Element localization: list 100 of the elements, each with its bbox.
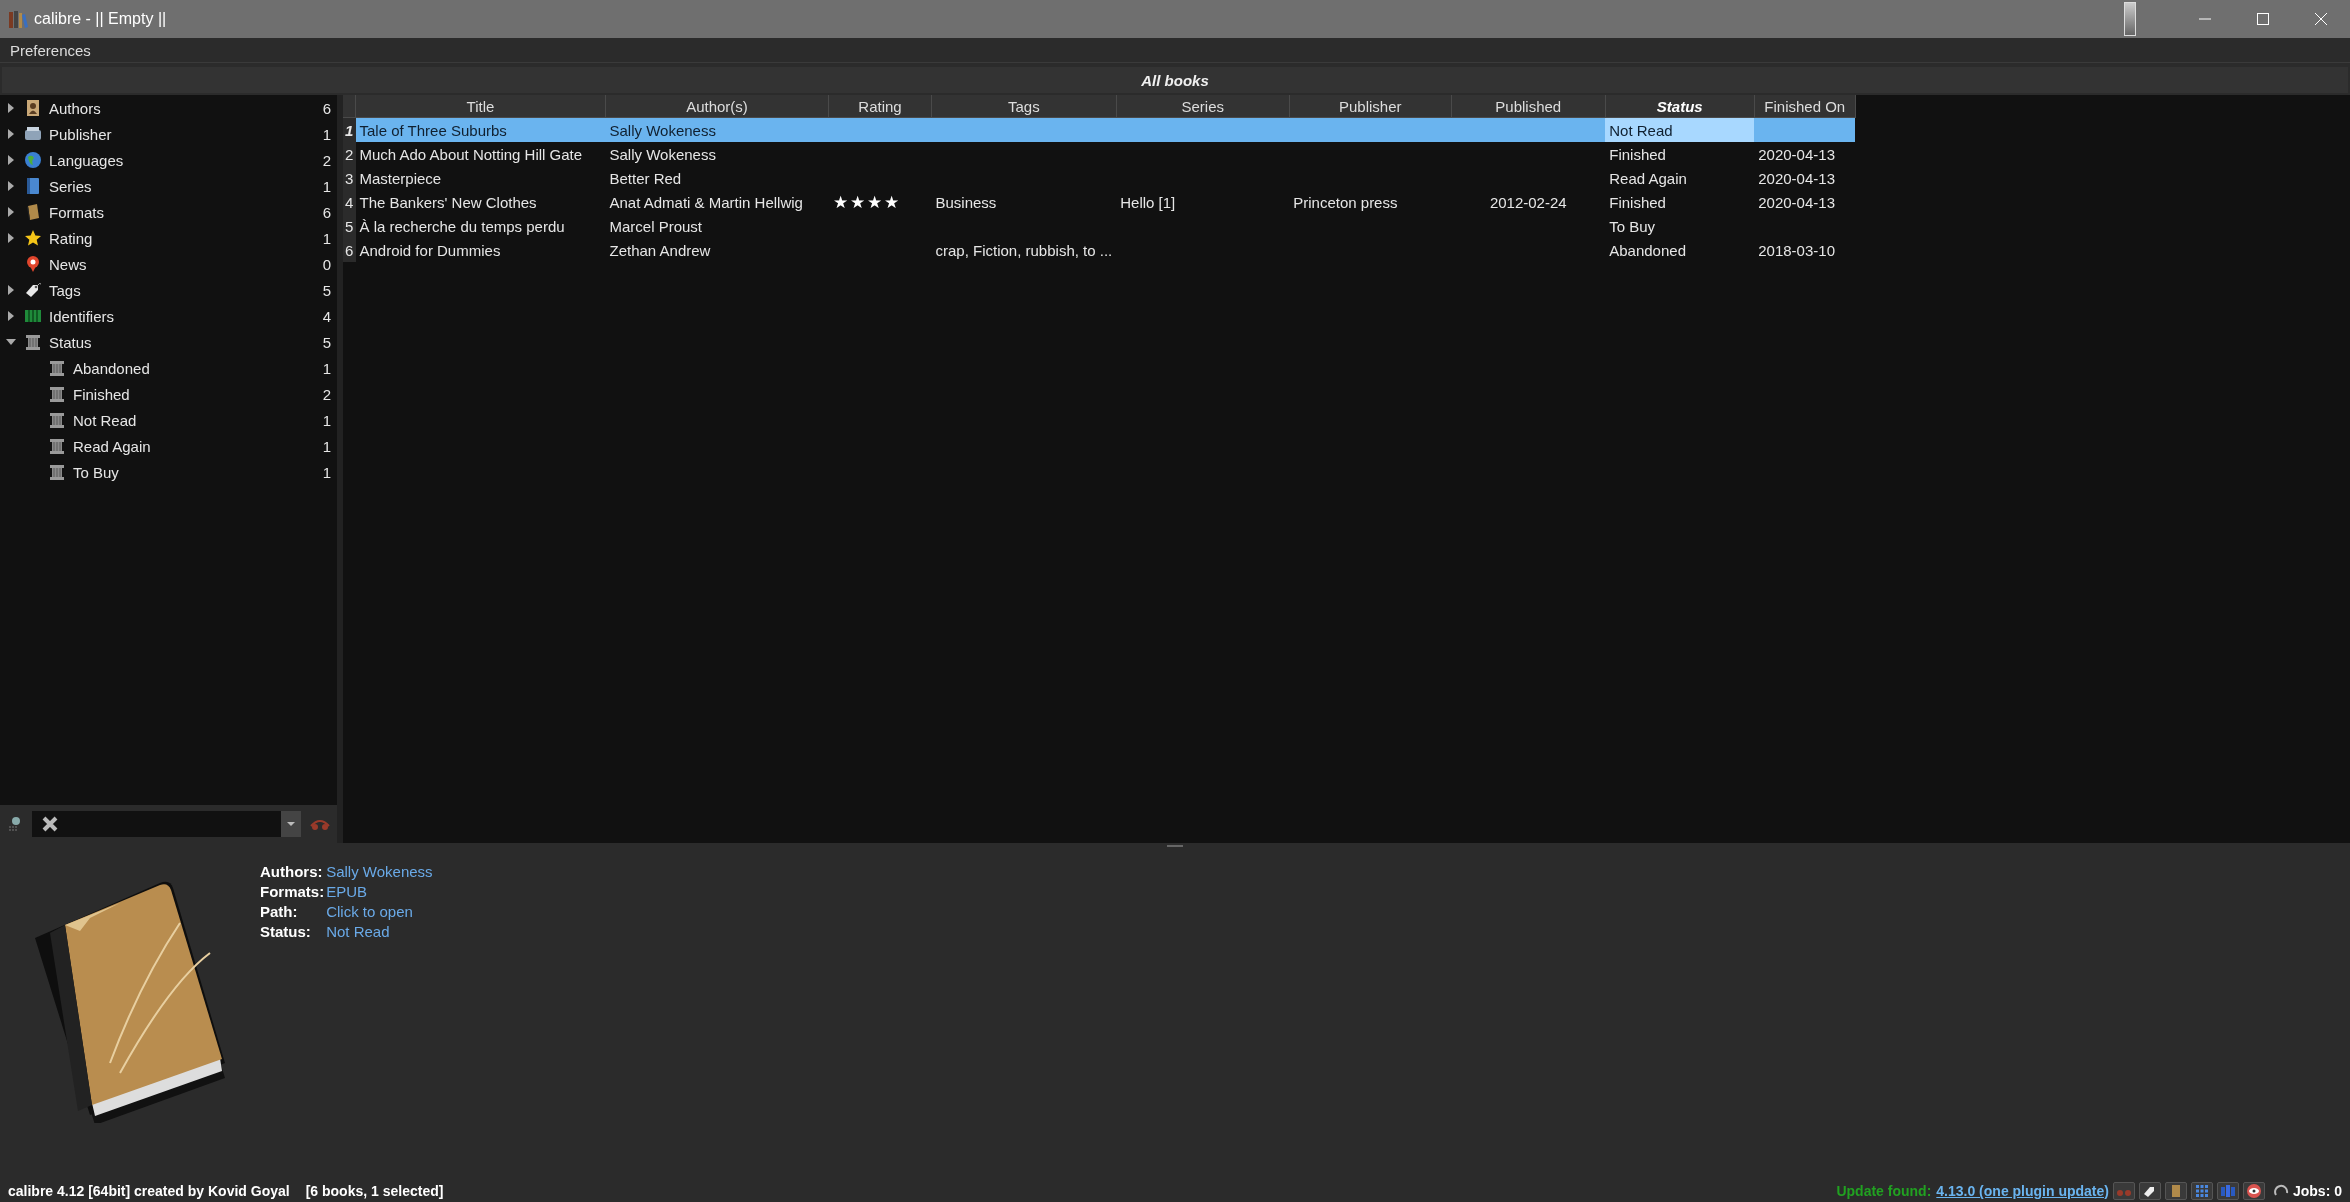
table-cell: crap, Fiction, rubbish, to ... bbox=[935, 241, 1113, 259]
table-cell: Finished bbox=[1609, 145, 1666, 163]
category-label: Abandoned bbox=[73, 359, 151, 377]
sidebar-item[interactable]: Rating 1 bbox=[0, 225, 337, 251]
tag-button[interactable] bbox=[2139, 1182, 2161, 1200]
close-icon bbox=[2314, 12, 2328, 26]
table-cell: To Buy bbox=[1609, 217, 1656, 235]
update-link[interactable]: 4.13.0 (one plugin update) bbox=[1936, 1183, 2109, 1199]
item-count: 6 bbox=[322, 203, 331, 221]
sidebar-item[interactable]: Read Again 1 bbox=[0, 433, 337, 459]
table-cell: Masterpiece bbox=[359, 169, 442, 187]
rating-stars: ★★★★ bbox=[832, 192, 901, 212]
category-label: Read Again bbox=[73, 437, 152, 455]
sidebar-item[interactable]: Abandoned 1 bbox=[0, 355, 337, 381]
pillar-icon bbox=[48, 385, 66, 403]
item-count: 5 bbox=[322, 333, 331, 351]
table-cell: 2018-03-10 bbox=[1758, 241, 1835, 259]
table-cell: Finished bbox=[1609, 193, 1666, 211]
table-cell: 2020-04-13 bbox=[1758, 193, 1835, 211]
maximize-icon bbox=[2256, 12, 2270, 26]
sidebar-item[interactable]: Status 5 bbox=[0, 329, 337, 355]
table-cell: Zethan Andrew bbox=[609, 241, 711, 259]
sidebar-item[interactable]: Languages 2 bbox=[0, 147, 337, 173]
field-value-link[interactable]: Click to open bbox=[326, 903, 433, 920]
collapsed-arrow-icon[interactable] bbox=[6, 233, 16, 243]
menu-item[interactable]: Preferences bbox=[0, 41, 101, 59]
window-title: calibre - || Empty || bbox=[34, 10, 168, 28]
row-number: 5 bbox=[343, 214, 356, 238]
category-label: Formats bbox=[49, 203, 105, 221]
sidebar-item[interactable]: Formats 6 bbox=[0, 199, 337, 225]
eye-button[interactable] bbox=[2243, 1182, 2265, 1200]
version-text: calibre 4.12 [64bit] created by Kovid Goyal bbox=[8, 1183, 290, 1199]
column-header[interactable]: Status bbox=[1605, 95, 1755, 118]
collapsed-arrow-icon[interactable] bbox=[6, 129, 16, 139]
sidebar-item[interactable]: Tags 5 bbox=[0, 277, 337, 303]
field-value-link[interactable]: EPUB bbox=[326, 883, 433, 900]
column-header[interactable]: Author(s) bbox=[605, 95, 829, 118]
field-value-link[interactable]: Sally Wokeness bbox=[326, 863, 433, 880]
authors-icon bbox=[24, 99, 42, 117]
sidebar-item[interactable]: Finished 2 bbox=[0, 381, 337, 407]
sidebar-item[interactable]: Authors 6 bbox=[0, 95, 337, 121]
collapse-handle[interactable] bbox=[2124, 2, 2136, 36]
table-cell: Much Ado About Notting Hill Gate bbox=[359, 145, 583, 163]
splitter-handle[interactable] bbox=[1167, 845, 1183, 847]
pillar-icon bbox=[48, 359, 66, 377]
table-cell: Sally Wokeness bbox=[609, 121, 716, 139]
columns-icon bbox=[2221, 1185, 2235, 1197]
category-label: Status bbox=[49, 333, 93, 351]
category-label: Rating bbox=[49, 229, 94, 247]
item-count: 1 bbox=[322, 437, 331, 455]
table-cell: 2020-04-13 bbox=[1758, 145, 1835, 163]
collapsed-arrow-icon[interactable] bbox=[6, 311, 16, 321]
series-icon bbox=[24, 177, 42, 195]
table-cell: The Bankers' New Clothes bbox=[359, 193, 537, 211]
identifiers-icon bbox=[24, 307, 42, 325]
sidebar-item[interactable]: Not Read 1 bbox=[0, 407, 337, 433]
collapsed-arrow-icon[interactable] bbox=[6, 103, 16, 113]
column-header[interactable]: Tags bbox=[931, 95, 1117, 118]
category-label: To Buy bbox=[73, 463, 120, 481]
collapsed-arrow-icon[interactable] bbox=[6, 181, 16, 191]
category-label: Series bbox=[49, 177, 93, 195]
collapsed-arrow-icon[interactable] bbox=[6, 207, 16, 217]
sidebar-item[interactable]: Publisher 1 bbox=[0, 121, 337, 147]
rating-icon bbox=[24, 229, 42, 247]
table-cell: Business bbox=[935, 193, 997, 211]
table-cell: Not Read bbox=[1609, 121, 1673, 139]
item-count: 1 bbox=[322, 229, 331, 247]
eye-icon bbox=[2247, 1184, 2261, 1198]
item-count: 4 bbox=[322, 307, 331, 325]
sidebar-item[interactable]: To Buy 1 bbox=[0, 459, 337, 485]
collapsed-arrow-icon[interactable] bbox=[6, 285, 16, 295]
collapsed-arrow-icon[interactable] bbox=[6, 155, 16, 165]
book-button[interactable] bbox=[2165, 1182, 2187, 1200]
publisher-icon bbox=[24, 125, 42, 143]
item-count: 6 bbox=[322, 99, 331, 117]
column-header[interactable]: Series bbox=[1116, 95, 1290, 118]
field-label: Status: bbox=[260, 923, 312, 940]
field-value-link[interactable]: Not Read bbox=[326, 923, 433, 940]
news-icon bbox=[24, 255, 42, 273]
item-count: 1 bbox=[322, 125, 331, 143]
sidebar-item[interactable]: News 0 bbox=[0, 251, 337, 277]
jobs-count[interactable]: Jobs: 0 bbox=[2293, 1183, 2342, 1199]
languages-icon bbox=[24, 151, 42, 169]
table-cell: À la recherche du temps perdu bbox=[359, 217, 565, 235]
row-number: 4 bbox=[343, 190, 356, 214]
grid-button[interactable] bbox=[2191, 1182, 2213, 1200]
category-label: Tags bbox=[49, 281, 82, 299]
sidebar-item[interactable]: Series 1 bbox=[0, 173, 337, 199]
column-header[interactable]: Publisher bbox=[1289, 95, 1452, 118]
column-header[interactable]: Title bbox=[355, 95, 606, 118]
column-header[interactable]: Published bbox=[1451, 95, 1606, 118]
sidebar-item[interactable]: Identifiers 4 bbox=[0, 303, 337, 329]
expanded-arrow-icon[interactable] bbox=[6, 337, 16, 347]
app-logo-icon bbox=[8, 10, 28, 28]
pillar-icon bbox=[24, 333, 42, 351]
selection-count: [6 books, 1 selected] bbox=[305, 1183, 445, 1199]
field-label: Formats: bbox=[260, 883, 325, 900]
column-header[interactable]: Rating bbox=[828, 95, 932, 118]
column-header[interactable]: Finished On bbox=[1754, 95, 1856, 118]
field-label: Path: bbox=[260, 903, 299, 920]
